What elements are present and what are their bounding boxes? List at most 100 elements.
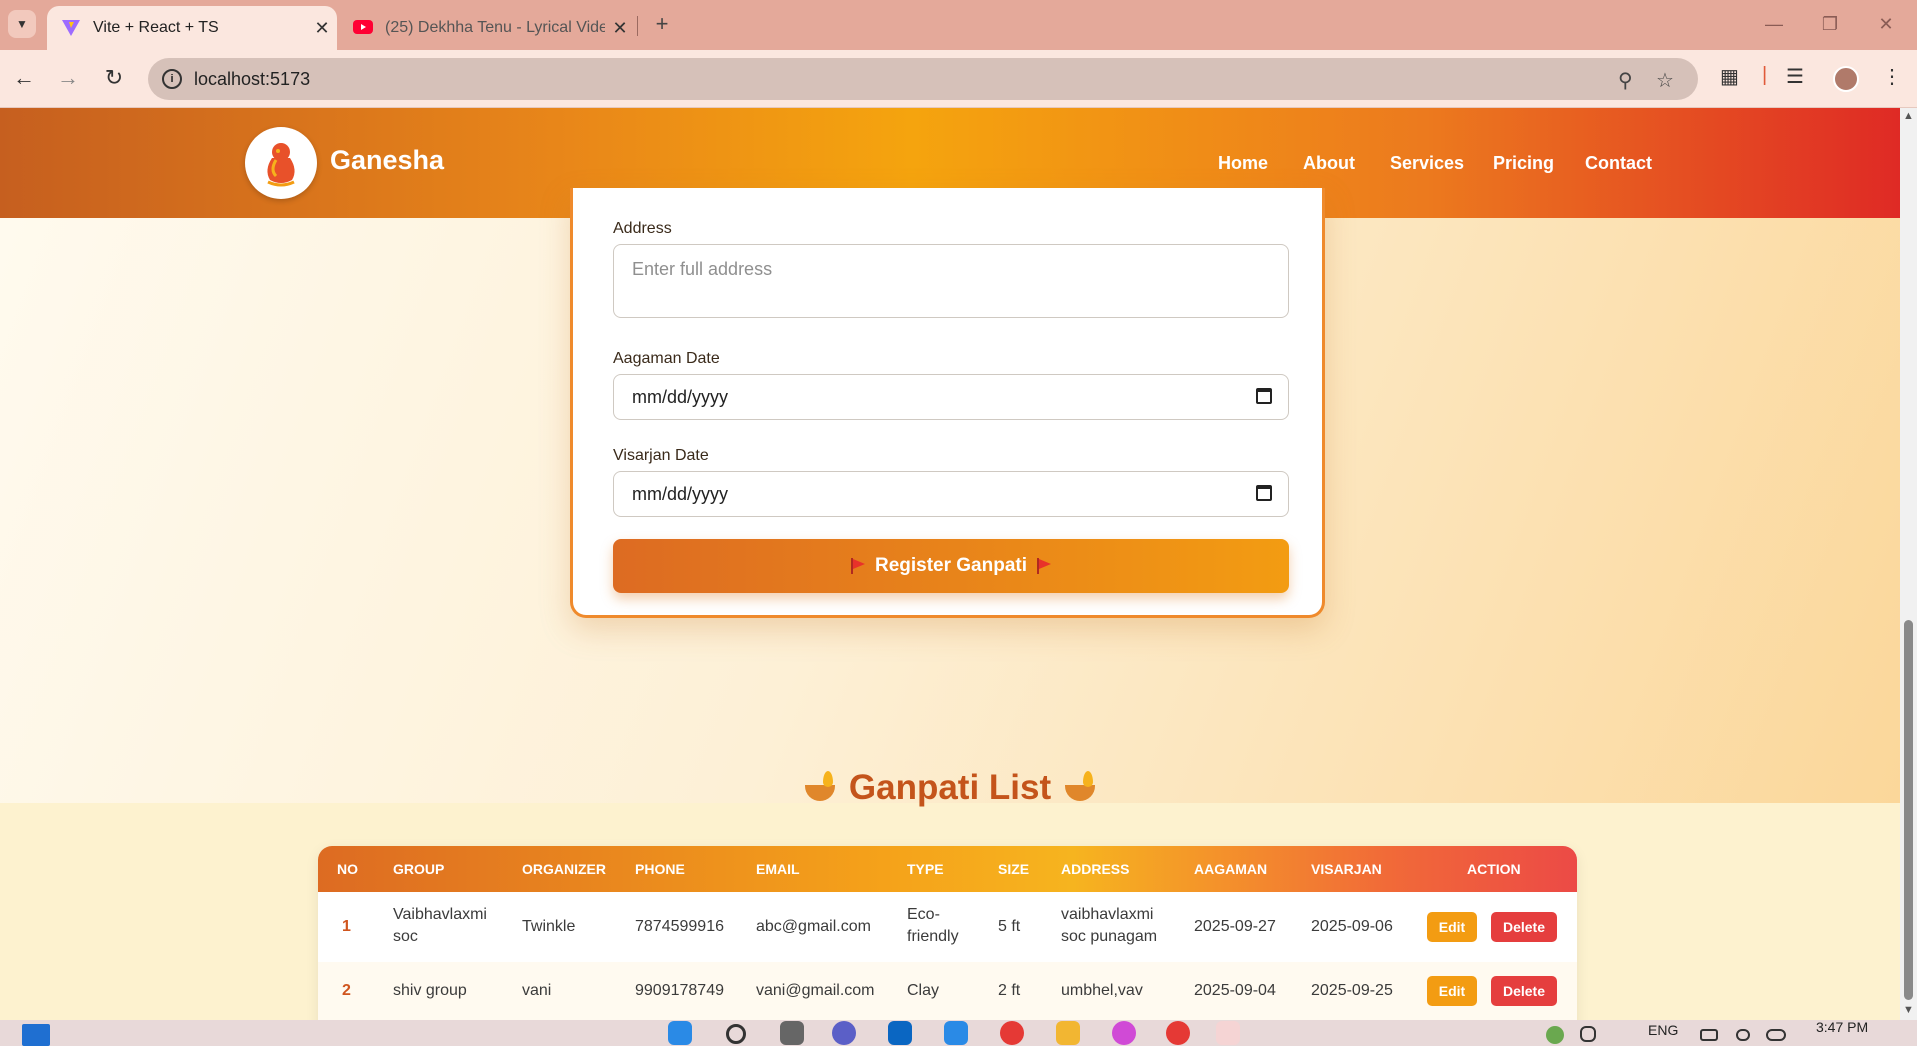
scroll-down-arrow-icon[interactable]: ▼ [1903,1004,1914,1016]
visarjan-date-value: mm/dd/yyyy [632,483,729,504]
windows-taskbar: ENG 3:47 PM [0,1019,1917,1046]
calendar-icon[interactable] [1256,485,1272,501]
address-label: Address [613,220,672,237]
minimize-icon[interactable]: — [1754,10,1794,38]
language-indicator[interactable]: ENG [1648,1022,1678,1038]
visarjan-date-input[interactable]: mm/dd/yyyy [613,471,1289,517]
copilot-icon[interactable] [1112,1021,1136,1045]
new-tab-button[interactable]: + [648,10,676,38]
bookmark-star-icon[interactable]: ☆ [1656,68,1674,93]
flag-icon [850,558,865,574]
registration-form: Address Enter full address Aagaman Date … [570,188,1325,618]
cell-no: 2 [342,982,351,999]
reload-icon[interactable]: ↻ [98,62,130,94]
close-tab-icon[interactable]: ✕ [307,18,337,39]
close-window-icon[interactable]: ✕ [1866,10,1906,38]
tab-divider [637,16,638,36]
col-action: ACTION [1467,861,1521,877]
vite-icon [61,19,81,37]
volume-icon[interactable] [1736,1029,1750,1041]
tab-search-button[interactable]: ▼ [8,10,36,38]
address-bar[interactable]: i localhost:5173 ⚲ ☆ [148,58,1698,100]
snipping-tool-icon[interactable] [1216,1021,1240,1045]
col-no: NO [337,861,358,877]
col-aagaman: AAGAMAN [1194,861,1268,877]
register-button-label: Register Ganpati [874,555,1028,576]
ganesha-logo[interactable] [245,127,317,199]
tab-vite-react[interactable]: Vite + React + TS ✕ [47,6,337,50]
flag-icon [1037,558,1052,574]
teams-icon[interactable] [832,1021,856,1045]
ganpati-table: NO GROUP ORGANIZER PHONE EMAIL TYPE SIZE… [318,846,1577,1020]
store-icon[interactable] [888,1021,912,1045]
brand-name[interactable]: Ganesha [330,145,444,176]
registration-section: Address Enter full address Aagaman Date … [0,188,1900,803]
clock-time[interactable]: 3:47 PM [1816,1019,1868,1035]
visarjan-date-label: Visarjan Date [613,447,709,464]
site-info-icon[interactable]: i [162,69,182,89]
page-scrollbar[interactable]: ▲ ▼ [1900,108,1917,1020]
toolbar-divider: | [1762,64,1768,86]
wifi-icon[interactable] [1700,1029,1718,1041]
cell-visarjan: 2025-09-06 [1311,918,1393,935]
chrome-profile-icon[interactable] [1166,1021,1190,1045]
page-viewport: Ganesha Home About Services Pricing Cont… [0,108,1900,1020]
nav-about[interactable]: About [1303,153,1355,174]
cell-type: Eco-friendly [907,906,959,945]
widgets-icon[interactable] [668,1021,692,1045]
tab-title: Vite + React + TS [93,19,219,36]
address-textarea[interactable]: Enter full address [613,244,1289,318]
cell-group: Vaibhavlaxmi soc [393,906,487,945]
cell-type: Clay [907,982,940,999]
table-row: 1 Vaibhavlaxmi soc Twinkle 7874599916 ab… [318,892,1577,962]
file-explorer-icon[interactable] [1056,1021,1080,1045]
col-address: ADDRESS [1061,861,1130,877]
edit-button[interactable]: Edit [1427,976,1477,1006]
cell-phone: 7874599916 [635,918,724,935]
zoom-icon[interactable]: ⚲ [1618,68,1633,93]
col-organizer: ORGANIZER [522,861,606,877]
aagaman-date-input[interactable]: mm/dd/yyyy [613,374,1289,420]
cell-phone: 9909178749 [635,982,724,999]
delete-button[interactable]: Delete [1491,976,1557,1006]
browser-tab-bar: ▼ Vite + React + TS ✕ (25) Dekhha Tenu -… [0,0,1917,50]
list-title-text: Ganpati List [848,768,1052,807]
tray-app-icon[interactable] [1546,1026,1564,1044]
close-tab-icon[interactable]: ✕ [605,18,635,39]
menu-kebab-icon[interactable]: ⋮ [1882,64,1902,89]
aagaman-date-label: Aagaman Date [613,350,720,367]
windows-start-icon[interactable] [22,1024,50,1046]
cell-group: shiv group [393,982,467,999]
cell-aagaman: 2025-09-27 [1194,918,1276,935]
delete-button[interactable]: Delete [1491,912,1557,942]
register-ganpati-button[interactable]: Register Ganpati [613,539,1289,593]
forward-arrow-icon[interactable]: → [52,62,84,94]
search-icon[interactable] [726,1024,746,1044]
extensions-icon[interactable]: ▦ [1720,64,1739,89]
restore-icon[interactable]: ❐ [1810,10,1850,38]
tab-youtube[interactable]: (25) Dekhha Tenu - Lyrical Video ✕ [345,6,635,50]
nav-services[interactable]: Services [1390,153,1464,174]
media-control-icon[interactable]: ☰ [1786,64,1804,89]
scroll-up-arrow-icon[interactable]: ▲ [1903,110,1914,122]
task-view-icon[interactable] [780,1021,804,1045]
col-type: TYPE [907,861,944,877]
scroll-thumb[interactable] [1904,620,1913,1000]
cell-aagaman: 2025-09-04 [1194,982,1276,999]
battery-icon[interactable] [1766,1029,1786,1041]
cell-organizer: Twinkle [522,918,576,935]
profile-avatar[interactable] [1833,66,1859,92]
chrome-icon[interactable] [1000,1021,1024,1045]
back-arrow-icon[interactable]: ← [8,62,40,94]
col-size: SIZE [998,861,1030,877]
cell-size: 2 ft [998,982,1021,999]
nav-pricing[interactable]: Pricing [1493,153,1554,174]
calendar-icon[interactable] [1256,388,1272,404]
table-row: 2 shiv group vani 9909178749 vani@gmail.… [318,962,1577,1020]
vscode-icon[interactable] [944,1021,968,1045]
nav-contact[interactable]: Contact [1585,153,1652,174]
cell-address: umbhel,vav [1061,982,1143,999]
edit-button[interactable]: Edit [1427,912,1477,942]
nav-home[interactable]: Home [1218,153,1268,174]
tray-sync-icon[interactable] [1580,1026,1596,1042]
